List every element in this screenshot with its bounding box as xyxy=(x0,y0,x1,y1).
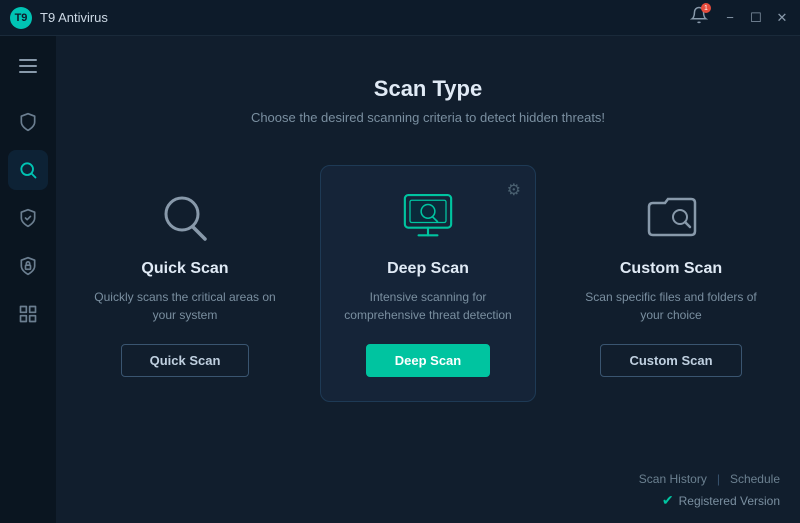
hamburger-icon xyxy=(19,59,37,73)
app-logo: T9 xyxy=(10,7,32,29)
quick-scan-icon xyxy=(150,186,220,246)
minimize-button[interactable]: − xyxy=(720,8,740,28)
sidebar-item-protection[interactable] xyxy=(8,102,48,142)
custom-scan-title: Custom Scan xyxy=(620,260,722,278)
app-body: Scan Type Choose the desired scanning cr… xyxy=(0,36,800,523)
custom-scan-button[interactable]: Custom Scan xyxy=(600,344,741,377)
notification-badge-count: 1 xyxy=(701,3,711,13)
close-button[interactable]: ✕ xyxy=(772,8,792,28)
schedule-link[interactable]: Schedule xyxy=(730,472,780,486)
title-bar-left: T9 T9 Antivirus xyxy=(10,7,108,29)
deep-scan-icon xyxy=(393,186,463,246)
registered-status: ✔ Registered Version xyxy=(662,492,780,509)
page-title: Scan Type xyxy=(374,76,482,102)
sidebar-item-privacy[interactable] xyxy=(8,246,48,286)
sidebar-item-tools[interactable] xyxy=(8,294,48,334)
maximize-button[interactable]: ☐ xyxy=(746,8,766,28)
footer-links: Scan History | Schedule xyxy=(639,472,780,486)
deep-scan-title: Deep Scan xyxy=(387,260,469,278)
hamburger-menu[interactable] xyxy=(10,48,46,84)
app-title: T9 Antivirus xyxy=(40,10,108,25)
footer: Scan History | Schedule ✔ Registered Ver… xyxy=(639,472,780,509)
deep-scan-card: ⚙ Deep Scan In xyxy=(320,165,536,402)
main-content: Scan Type Choose the desired scanning cr… xyxy=(56,36,800,523)
custom-scan-desc: Scan specific files and folders of your … xyxy=(580,288,762,324)
quick-scan-title: Quick Scan xyxy=(141,260,228,278)
sidebar-item-scan[interactable] xyxy=(8,150,48,190)
quick-scan-desc: Quickly scans the critical areas on your… xyxy=(94,288,276,324)
page-subtitle: Choose the desired scanning criteria to … xyxy=(251,110,605,125)
custom-scan-card: Custom Scan Scan specific files and fold… xyxy=(564,166,778,401)
notification-icon[interactable]: 1 xyxy=(690,6,708,29)
deep-scan-desc: Intensive scanning for comprehensive thr… xyxy=(337,288,519,324)
quick-scan-button[interactable]: Quick Scan xyxy=(121,344,250,377)
sidebar-item-safeweb[interactable] xyxy=(8,198,48,238)
quick-scan-card: Quick Scan Quickly scans the critical ar… xyxy=(78,166,292,401)
window-controls: 1 − ☐ ✕ xyxy=(690,6,792,29)
footer-separator: | xyxy=(717,472,720,486)
title-bar: T9 T9 Antivirus 1 − ☐ ✕ xyxy=(0,0,800,36)
check-circle-icon: ✔ xyxy=(662,492,674,509)
registered-label: Registered Version xyxy=(679,494,780,508)
settings-gear-icon[interactable]: ⚙ xyxy=(507,180,521,200)
scan-cards-container: Quick Scan Quickly scans the critical ar… xyxy=(78,165,778,402)
scan-history-link[interactable]: Scan History xyxy=(639,472,707,486)
deep-scan-button[interactable]: Deep Scan xyxy=(366,344,490,377)
sidebar xyxy=(0,36,56,523)
custom-scan-icon xyxy=(636,186,706,246)
